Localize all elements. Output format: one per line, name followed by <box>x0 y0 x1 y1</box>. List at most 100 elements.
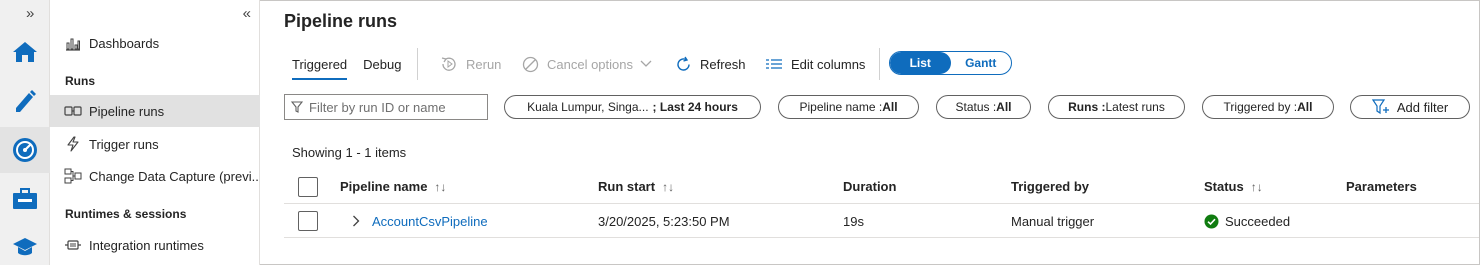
nav-item-integration-runtimes[interactable]: Integration runtimes <box>50 229 260 261</box>
sort-arrows-icon[interactable]: ↑↓ <box>1251 180 1263 194</box>
integration-runtime-icon <box>64 237 82 253</box>
runs-filter[interactable]: Runs : Latest runs <box>1048 95 1185 119</box>
view-toggle: List Gantt <box>889 51 1012 75</box>
filter-key: Pipeline name : <box>799 100 883 114</box>
timezone-range-filter[interactable]: Kuala Lumpur, Singa... ; Last 24 hours <box>504 95 761 119</box>
cancel-circle-icon <box>522 56 539 73</box>
search-input[interactable] <box>309 99 479 115</box>
select-all-checkbox[interactable] <box>298 176 318 197</box>
collapse-nav-button[interactable]: « <box>243 4 251 24</box>
home-icon[interactable] <box>10 37 40 67</box>
author-pencil-icon[interactable] <box>10 86 40 116</box>
col-parameters: Parameters <box>1346 170 1417 203</box>
table-row: AccountCsvPipeline 3/20/2025, 5:23:50 PM… <box>284 205 1479 238</box>
nav-label: Integration runtimes <box>89 237 204 253</box>
status-value: Succeeded <box>1225 213 1291 229</box>
rerun-button[interactable]: Rerun <box>440 52 501 76</box>
nav-section-runs: Runs <box>65 74 95 88</box>
pipeline-runs-icon <box>64 103 82 119</box>
col-label: Triggered by <box>1011 179 1090 194</box>
edit-columns-icon <box>765 58 783 70</box>
toolbar-divider <box>417 48 418 80</box>
nav-item-trigger-runs[interactable]: Trigger runs <box>50 128 260 160</box>
col-pipeline-name[interactable]: Pipeline name ↑↓ <box>340 170 446 203</box>
col-label: Pipeline name <box>340 179 428 194</box>
edit-columns-button[interactable]: Edit columns <box>765 52 865 76</box>
filter-key: Triggered by : <box>1223 100 1298 114</box>
manage-toolbox-icon[interactable] <box>10 184 40 214</box>
nav-label: Dashboards <box>89 35 160 51</box>
triggered-by-filter[interactable]: Triggered by : All <box>1202 95 1334 119</box>
col-run-start[interactable]: Run start ↑↓ <box>598 170 674 203</box>
triggered-by-value: Manual trigger <box>1011 213 1095 229</box>
add-filter-label: Add filter <box>1396 99 1449 115</box>
col-label: Run start <box>598 179 656 194</box>
item-count-summary: Showing 1 - 1 items <box>292 145 407 160</box>
col-label: Parameters <box>1346 179 1417 194</box>
nav-item-change-data-capture[interactable]: Change Data Capture (previ... <box>50 160 260 192</box>
refresh-label: Refresh <box>700 56 746 72</box>
add-filter-button[interactable]: Add filter <box>1350 95 1470 119</box>
refresh-button[interactable]: Refresh <box>675 52 746 76</box>
row-select-cell <box>298 205 318 237</box>
learning-cap-icon[interactable] <box>10 232 40 262</box>
filter-key: Status : <box>955 100 997 114</box>
nav-section-runtimes: Runtimes & sessions <box>65 207 187 221</box>
col-duration: Duration <box>843 170 896 203</box>
toolbar-divider <box>879 48 880 80</box>
nav-label: Pipeline runs <box>89 103 165 119</box>
time-range-label: ; Last 24 hours <box>652 100 738 114</box>
view-gantt-button[interactable]: Gantt <box>951 52 1012 74</box>
filter-value: All <box>1297 100 1313 114</box>
run-filter-search <box>284 94 488 120</box>
chevron-down-icon <box>640 60 652 68</box>
monitor-gauge-icon[interactable] <box>0 127 50 173</box>
status-filter[interactable]: Status : All <box>936 95 1031 119</box>
pipeline-name-filter[interactable]: Pipeline name : All <box>778 95 919 119</box>
pipeline-name-link[interactable]: AccountCsvPipeline <box>372 205 488 237</box>
col-label: Status <box>1204 179 1244 194</box>
edit-columns-label: Edit columns <box>791 56 866 72</box>
timezone-label: Kuala Lumpur, Singa... <box>527 100 649 114</box>
row-checkbox[interactable] <box>298 211 318 231</box>
change-data-capture-icon <box>64 168 82 184</box>
refresh-icon <box>675 56 692 73</box>
filter-value: All <box>996 100 1012 114</box>
icon-rail: » <box>0 0 50 265</box>
tab-debug[interactable]: Debug <box>355 48 409 80</box>
cancel-options-button[interactable]: Cancel options <box>522 52 652 76</box>
nav-item-pipeline-runs[interactable]: Pipeline runs <box>50 95 260 127</box>
table-header: Pipeline name ↑↓ Run start ↑↓ Duration T… <box>284 170 1479 204</box>
rerun-icon <box>440 56 458 72</box>
add-filter-icon <box>1371 99 1390 115</box>
duration-value: 19s <box>843 213 864 229</box>
filter-key: Runs : <box>1068 100 1106 114</box>
col-status[interactable]: Status ↑↓ <box>1204 170 1263 203</box>
tab-triggered[interactable]: Triggered <box>284 48 355 80</box>
run-start-value: 3/20/2025, 5:23:50 PM <box>598 213 730 229</box>
col-triggered-by: Triggered by <box>1011 170 1089 203</box>
nav-item-dashboards[interactable]: Dashboards <box>50 27 260 59</box>
cancel-options-label: Cancel options <box>547 56 633 72</box>
run-type-tabs: Triggered Debug <box>284 48 409 82</box>
select-all-cell <box>298 170 318 203</box>
sort-arrows-icon[interactable]: ↑↓ <box>434 180 446 194</box>
success-check-icon <box>1204 214 1219 229</box>
sort-arrows-icon[interactable]: ↑↓ <box>662 180 674 194</box>
filter-value: All <box>882 100 898 114</box>
col-label: Duration <box>843 179 897 194</box>
page-title: Pipeline runs <box>284 11 398 31</box>
nav-label: Change Data Capture (previ... <box>89 168 260 184</box>
filter-value: Latest runs <box>1105 100 1165 114</box>
expand-row-chevron-icon[interactable] <box>352 205 360 237</box>
dashboard-chart-icon <box>64 35 82 51</box>
rerun-label: Rerun <box>466 56 502 72</box>
trigger-lightning-icon <box>64 136 82 152</box>
main-content: Pipeline runs Triggered Debug Rerun Canc… <box>261 0 1479 265</box>
status-cell: Succeeded <box>1204 205 1290 237</box>
nav-label: Trigger runs <box>89 136 159 152</box>
filter-funnel-icon <box>291 101 303 113</box>
view-list-button[interactable]: List <box>890 52 951 74</box>
expand-rail-button[interactable]: » <box>26 4 34 24</box>
monitor-nav-panel: « Dashboards Runs Pipeline runs Trigger … <box>50 0 260 265</box>
